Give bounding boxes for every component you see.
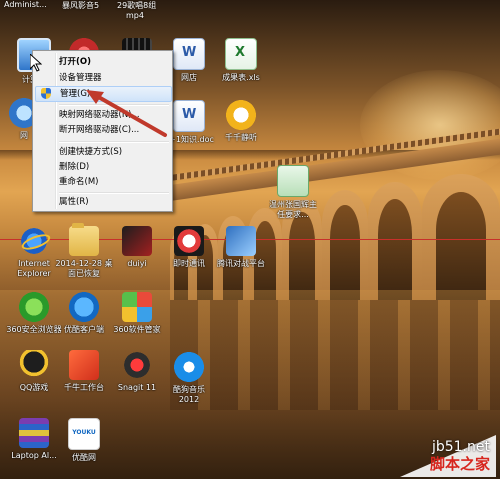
menu-item-label: 打开(O) xyxy=(59,57,91,67)
menu-item-properties[interactable]: 属性(R) xyxy=(35,195,170,209)
menu-item-label: 属性(R) xyxy=(59,197,89,207)
folder-icon xyxy=(69,223,99,256)
word-document-icon xyxy=(173,38,205,70)
uac-shield-icon xyxy=(41,88,51,99)
mouse-cursor-icon xyxy=(30,54,42,72)
chat-icon xyxy=(226,100,256,130)
tencent-platform-icon xyxy=(226,226,256,256)
snagit-icon xyxy=(122,350,152,380)
menu-separator xyxy=(59,104,169,106)
desktop-icon-doc-green[interactable]: 温州张国辉主任要求... xyxy=(261,165,325,220)
desktop-icon-xls1[interactable]: 成果表.xls xyxy=(209,38,273,83)
bridge-arch xyxy=(368,182,422,300)
icon-label: 温州张国辉主任要求... xyxy=(269,200,317,219)
qianniu-icon xyxy=(69,350,99,380)
menu-item-rename[interactable]: 重命名(M) xyxy=(35,175,170,189)
watermark-name: 脚本之家 xyxy=(429,455,490,473)
menu-item-device-manager[interactable]: 设备管理器 xyxy=(35,71,170,85)
360-software-manager-icon xyxy=(122,292,152,322)
bridge-arch xyxy=(422,174,500,300)
youku-icon xyxy=(68,418,100,450)
menu-item-label: 设备管理器 xyxy=(59,73,102,83)
kugou-icon xyxy=(174,352,204,382)
menu-item-open[interactable]: 打开(O) xyxy=(35,55,170,69)
menu-item-label: 删除(D) xyxy=(59,162,90,172)
bridge-arch xyxy=(322,190,368,300)
desktop-icon-kugou[interactable]: 酷狗音乐2012 xyxy=(157,352,221,405)
youku-client-icon xyxy=(69,292,99,322)
top-label: Administ... xyxy=(4,0,47,9)
menu-item-manage[interactable]: 管理(G) xyxy=(35,86,172,102)
desktop-icon-360-manager[interactable]: 360软件管家 xyxy=(105,292,169,335)
menu-separator xyxy=(59,141,169,143)
winrar-icon xyxy=(19,418,49,448)
word-document-icon xyxy=(173,100,205,132)
icon-label: 优酷网 xyxy=(72,453,96,462)
icon-label: 腾讯对战平台 xyxy=(217,259,265,268)
icon-label: 成果表.xls xyxy=(222,73,260,82)
menu-item-delete[interactable]: 删除(D) xyxy=(35,160,170,174)
menu-item-label: 断开网络驱动器(C)... xyxy=(59,125,140,135)
menu-item-label: 映射网络驱动器(N)... xyxy=(59,110,140,120)
menu-separator xyxy=(59,192,169,194)
game-icon xyxy=(122,226,152,256)
instant-messaging-icon xyxy=(174,226,204,256)
desktop-icon-tencent-platform[interactable]: 腾讯对战平台 xyxy=(209,226,273,269)
menu-item-disconnect-drive[interactable]: 断开网络驱动器(C)... xyxy=(35,123,170,137)
menu-item-create-shortcut[interactable]: 创建快捷方式(S) xyxy=(35,145,170,159)
desktop-icon-chat[interactable]: 千千静听 xyxy=(209,100,273,143)
top-label: 29歌唱8组 xyxy=(117,1,157,10)
menu-item-label: 重命名(M) xyxy=(59,177,99,187)
icon-label: 360软件管家 xyxy=(113,325,161,334)
menu-item-label: 管理(G) xyxy=(60,89,91,99)
top-label: mp4 xyxy=(126,11,144,20)
top-label: 暴风影音5 xyxy=(62,1,100,10)
360-browser-icon xyxy=(19,292,49,322)
menu-item-map-drive[interactable]: 映射网络驱动器(N)... xyxy=(35,108,170,122)
internet-explorer-icon xyxy=(19,226,49,256)
qq-game-icon xyxy=(19,350,49,380)
excel-document-icon xyxy=(225,38,257,70)
icon-label: 千千静听 xyxy=(225,133,257,142)
watermark: jb51.net 脚本之家 xyxy=(400,435,496,477)
desktop-icon-youku[interactable]: 优酷网 xyxy=(52,418,116,463)
document-icon xyxy=(277,165,309,197)
context-menu: 打开(O) 设备管理器 管理(G) 映射网络驱动器(N)... 断开网络驱动器(… xyxy=(32,50,173,212)
desktop[interactable]: Administ... 暴风影音5 29歌唱8组 mp4 计算机 网 Inter… xyxy=(0,0,500,479)
menu-item-label: 创建快捷方式(S) xyxy=(59,147,123,157)
icon-label: 酷狗音乐2012 xyxy=(173,385,205,404)
